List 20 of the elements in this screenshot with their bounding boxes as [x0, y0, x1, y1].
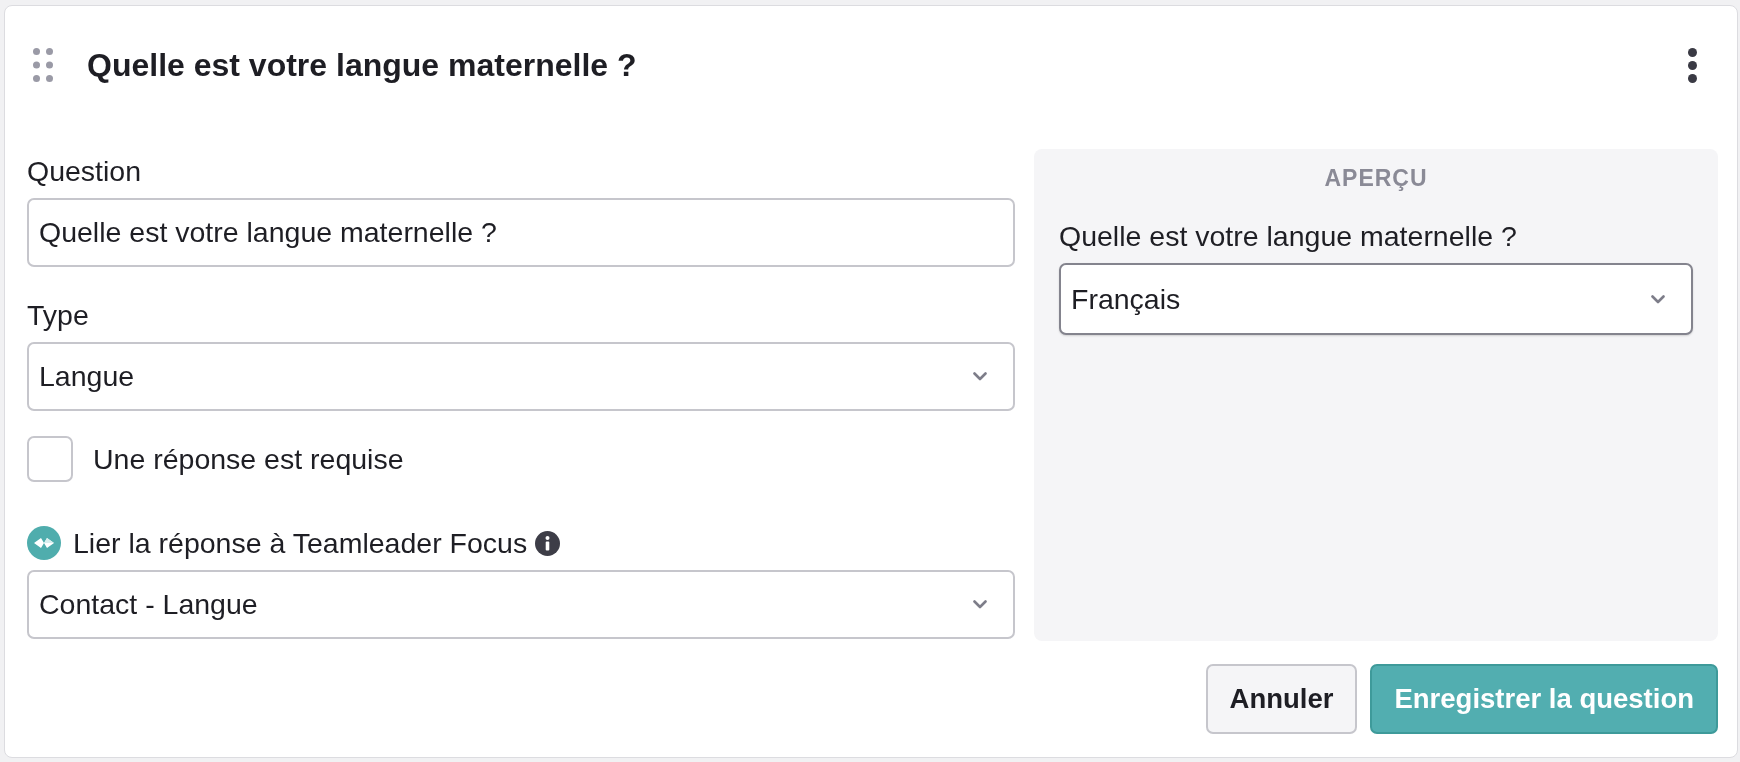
type-select[interactable]: Langue: [27, 342, 1015, 411]
chevron-down-icon: [1651, 294, 1665, 304]
chevron-down-icon: [973, 372, 987, 381]
logo-icon: [27, 526, 61, 560]
chevron-down-icon: [973, 600, 987, 609]
language-select[interactable]: Français: [1059, 263, 1693, 335]
field-label: Lier la réponse à Teamleader Focus: [73, 527, 528, 559]
info-icon[interactable]: [535, 530, 561, 556]
drag-handle-icon[interactable]: [33, 48, 53, 82]
field-label: Question: [27, 155, 143, 187]
link-select[interactable]: Contact - Langue: [27, 570, 1015, 639]
question-title: Quelle est votre langue maternelle ?: [87, 46, 638, 85]
cancel-button[interactable]: Annuler: [1205, 664, 1358, 734]
checkbox[interactable]: [27, 436, 73, 482]
more-options-icon[interactable]: [1688, 47, 1697, 83]
question-input[interactable]: Quelle est votre langue maternelle ?: [27, 198, 1015, 267]
preview-question-label: Quelle est votre langue maternelle ?: [1059, 220, 1518, 252]
preview-heading: APERÇU: [1323, 165, 1429, 191]
field-label: Type: [27, 299, 90, 331]
checkbox-label: Une réponse est requise: [93, 443, 404, 475]
